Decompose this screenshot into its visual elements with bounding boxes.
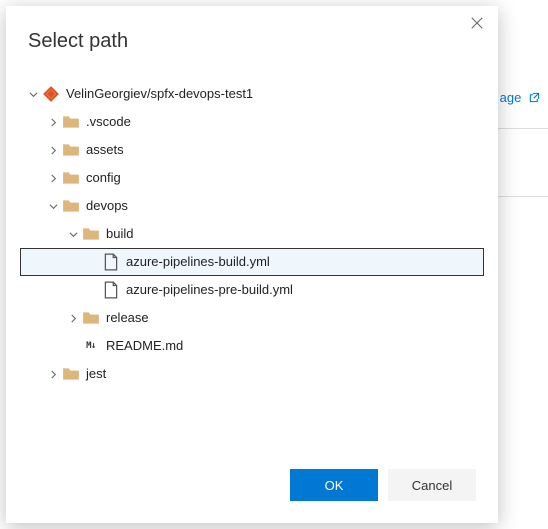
path-tree[interactable]: VelinGeorgiev/spfx-devops-test1 .vscode … xyxy=(20,71,484,453)
markdown-icon: M↓ xyxy=(82,337,100,355)
tree-item-label: azure-pipelines-build.yml xyxy=(126,248,270,276)
chevron-right-icon xyxy=(46,174,60,183)
folder-icon xyxy=(62,141,80,159)
tree-item-label: jest xyxy=(86,360,106,388)
tree-item-repo[interactable]: VelinGeorgiev/spfx-devops-test1 xyxy=(20,80,484,108)
tree-item-label: release xyxy=(106,304,149,332)
tree-item-config[interactable]: config xyxy=(20,164,484,192)
chevron-down-icon xyxy=(46,202,60,211)
file-icon xyxy=(102,253,120,271)
background-link[interactable]: age xyxy=(500,90,540,105)
folder-icon xyxy=(62,197,80,215)
external-link-icon xyxy=(525,90,540,105)
folder-icon xyxy=(62,169,80,187)
dialog-footer: OK Cancel xyxy=(6,453,498,523)
tree-item-label: azure-pipelines-pre-build.yml xyxy=(126,276,293,304)
tree-item-assets[interactable]: assets xyxy=(20,136,484,164)
repo-icon xyxy=(42,85,60,103)
tree-item-label: config xyxy=(86,164,121,192)
folder-icon xyxy=(62,365,80,383)
tree-item-devops[interactable]: devops xyxy=(20,192,484,220)
chevron-down-icon xyxy=(26,90,40,99)
background-link-text: age xyxy=(500,90,522,105)
chevron-right-icon xyxy=(46,118,60,127)
tree-item-vscode[interactable]: .vscode xyxy=(20,108,484,136)
dialog-header: Select path xyxy=(6,6,498,65)
dialog-title: Select path xyxy=(28,30,476,53)
tree-item-jest[interactable]: jest xyxy=(20,360,484,388)
tree-item-label: VelinGeorgiev/spfx-devops-test1 xyxy=(66,80,253,108)
tree-item-label: build xyxy=(106,220,133,248)
tree-item-label: assets xyxy=(86,136,124,164)
tree-item-label: .vscode xyxy=(86,108,131,136)
chevron-right-icon xyxy=(46,146,60,155)
cancel-button[interactable]: Cancel xyxy=(388,469,476,501)
close-button[interactable] xyxy=(470,16,486,32)
select-path-dialog: Select path VelinGeorgiev/spfx-devops-te… xyxy=(6,6,498,523)
file-icon xyxy=(102,281,120,299)
tree-item-label: README.md xyxy=(106,332,183,360)
chevron-right-icon xyxy=(46,370,60,379)
tree-item-release[interactable]: release xyxy=(20,304,484,332)
tree-item-file-build[interactable]: azure-pipelines-build.yml xyxy=(20,248,484,276)
folder-icon xyxy=(62,113,80,131)
tree-item-file-prebuild[interactable]: azure-pipelines-pre-build.yml xyxy=(20,276,484,304)
tree-item-build[interactable]: build xyxy=(20,220,484,248)
chevron-right-icon xyxy=(66,314,80,323)
folder-icon xyxy=(82,225,100,243)
tree-item-readme[interactable]: M↓ README.md xyxy=(20,332,484,360)
chevron-down-icon xyxy=(66,230,80,239)
tree-item-label: devops xyxy=(86,192,128,220)
ok-button[interactable]: OK xyxy=(290,469,378,501)
folder-icon xyxy=(82,309,100,327)
